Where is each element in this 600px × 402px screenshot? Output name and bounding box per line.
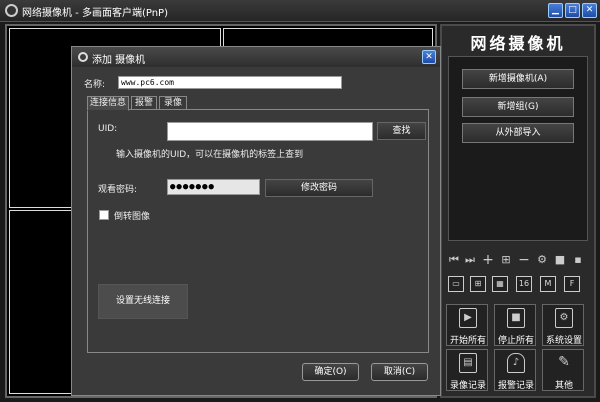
uid-label: UID: (98, 124, 118, 134)
name-label: 名称: (84, 80, 106, 90)
bell-icon: ♪ (507, 353, 525, 373)
uid-hint: 输入摄像机的UID，可以在摄像机的标签上查到 (116, 150, 304, 160)
add-camera-dialog: 添加 摄像机 ✕ 名称: www.pc6.com 连接信息 报警 录像 UID:… (71, 46, 441, 396)
name-input[interactable]: www.pc6.com (118, 76, 342, 89)
uid-input[interactable] (167, 122, 373, 141)
window-title: 网络摄像机 - 多画面客户端(PnP) (22, 8, 168, 19)
layout-4-icon[interactable]: ⊞ (470, 276, 486, 292)
stop-all-icon: ■ (507, 308, 525, 328)
dialog-title: 添加 摄像机 (92, 55, 146, 66)
settings-icon[interactable]: ⚙ (536, 254, 548, 266)
alarm-log-button[interactable]: ♪ 报警记录 (494, 349, 536, 391)
maximize-button[interactable]: □ (565, 3, 580, 18)
stop-all-label: 停止所有 (497, 336, 534, 346)
system-settings-icon: ⚙ (555, 308, 573, 328)
start-all-button[interactable]: ▶ 开始所有 (446, 304, 488, 346)
cancel-button[interactable]: 取消(C) (371, 363, 428, 381)
minimize-button[interactable]: ▁ (548, 3, 563, 18)
dialog-titlebar: 添加 摄像机 ✕ (72, 47, 440, 67)
start-all-label: 开始所有 (449, 336, 486, 346)
layout-m-icon[interactable]: M (540, 276, 556, 292)
layout-16-icon[interactable]: 16 (516, 276, 532, 292)
search-button[interactable]: 查找 (377, 122, 426, 140)
last-icon[interactable]: ⏭ (464, 254, 476, 266)
add-icon[interactable]: + (482, 253, 494, 267)
flip-label: 倒转图像 (114, 212, 151, 222)
password-input[interactable]: ●●●●●●● (167, 179, 260, 195)
control-panel: 网络摄像机 新增摄像机(A) 新增组(G) 从外部导入 ⏮ ⏭ + ⊞ − ⚙ … (440, 24, 596, 398)
camera-list[interactable]: 新增摄像机(A) 新增组(G) 从外部导入 (448, 56, 588, 241)
stop-all-button[interactable]: ■ 停止所有 (494, 304, 536, 346)
window-titlebar: 网络摄像机 - 多画面客户端(PnP) ▁ □ ✕ (0, 0, 600, 22)
other-button[interactable]: ✎ 其他 (542, 349, 584, 391)
layout-1-icon[interactable]: ▭ (448, 276, 464, 292)
layout-f-icon[interactable]: F (564, 276, 580, 292)
first-icon[interactable]: ⏮ (448, 254, 460, 266)
system-settings-label: 系统设置 (545, 336, 582, 346)
password-label: 观看密码: (98, 185, 138, 195)
recordings-label: 录像记录 (449, 381, 486, 391)
remove-icon[interactable]: − (518, 253, 530, 267)
tab-alarm[interactable]: 报警 (131, 96, 157, 110)
system-settings-button[interactable]: ⚙ 系统设置 (542, 304, 584, 346)
other-label: 其他 (554, 381, 573, 391)
change-password-button[interactable]: 修改密码 (265, 179, 373, 197)
recordings-button[interactable]: ▤ 录像记录 (446, 349, 488, 391)
export-icon[interactable]: ■ (554, 254, 566, 266)
wireless-setup-button[interactable]: 设置无线连接 (98, 284, 188, 319)
import-icon[interactable]: ▪ (572, 254, 584, 266)
alarm-log-label: 报警记录 (497, 381, 534, 391)
layout-9-icon[interactable]: ▦ (492, 276, 508, 292)
panel-title: 网络摄像机 (470, 34, 566, 53)
wrench-icon: ✎ (558, 354, 570, 370)
add-device-icon[interactable]: ⊞ (500, 254, 512, 266)
connection-panel: UID: 查找 输入摄像机的UID，可以在摄像机的标签上查到 观看密码: ●●●… (87, 109, 429, 353)
tab-connection[interactable]: 连接信息 (87, 96, 129, 111)
start-all-icon: ▶ (459, 308, 477, 328)
add-camera-button[interactable]: 新增摄像机(A) (462, 69, 574, 89)
ok-button[interactable]: 确定(O) (302, 363, 359, 381)
import-button[interactable]: 从外部导入 (462, 123, 574, 143)
add-group-button[interactable]: 新增组(G) (462, 97, 574, 117)
dialog-close-icon[interactable]: ✕ (422, 50, 436, 64)
app-icon (5, 4, 18, 17)
flip-checkbox[interactable] (99, 210, 109, 220)
tab-recording[interactable]: 录像 (159, 96, 187, 110)
close-button[interactable]: ✕ (582, 3, 597, 18)
dialog-icon (78, 52, 88, 62)
recordings-icon: ▤ (459, 353, 477, 373)
